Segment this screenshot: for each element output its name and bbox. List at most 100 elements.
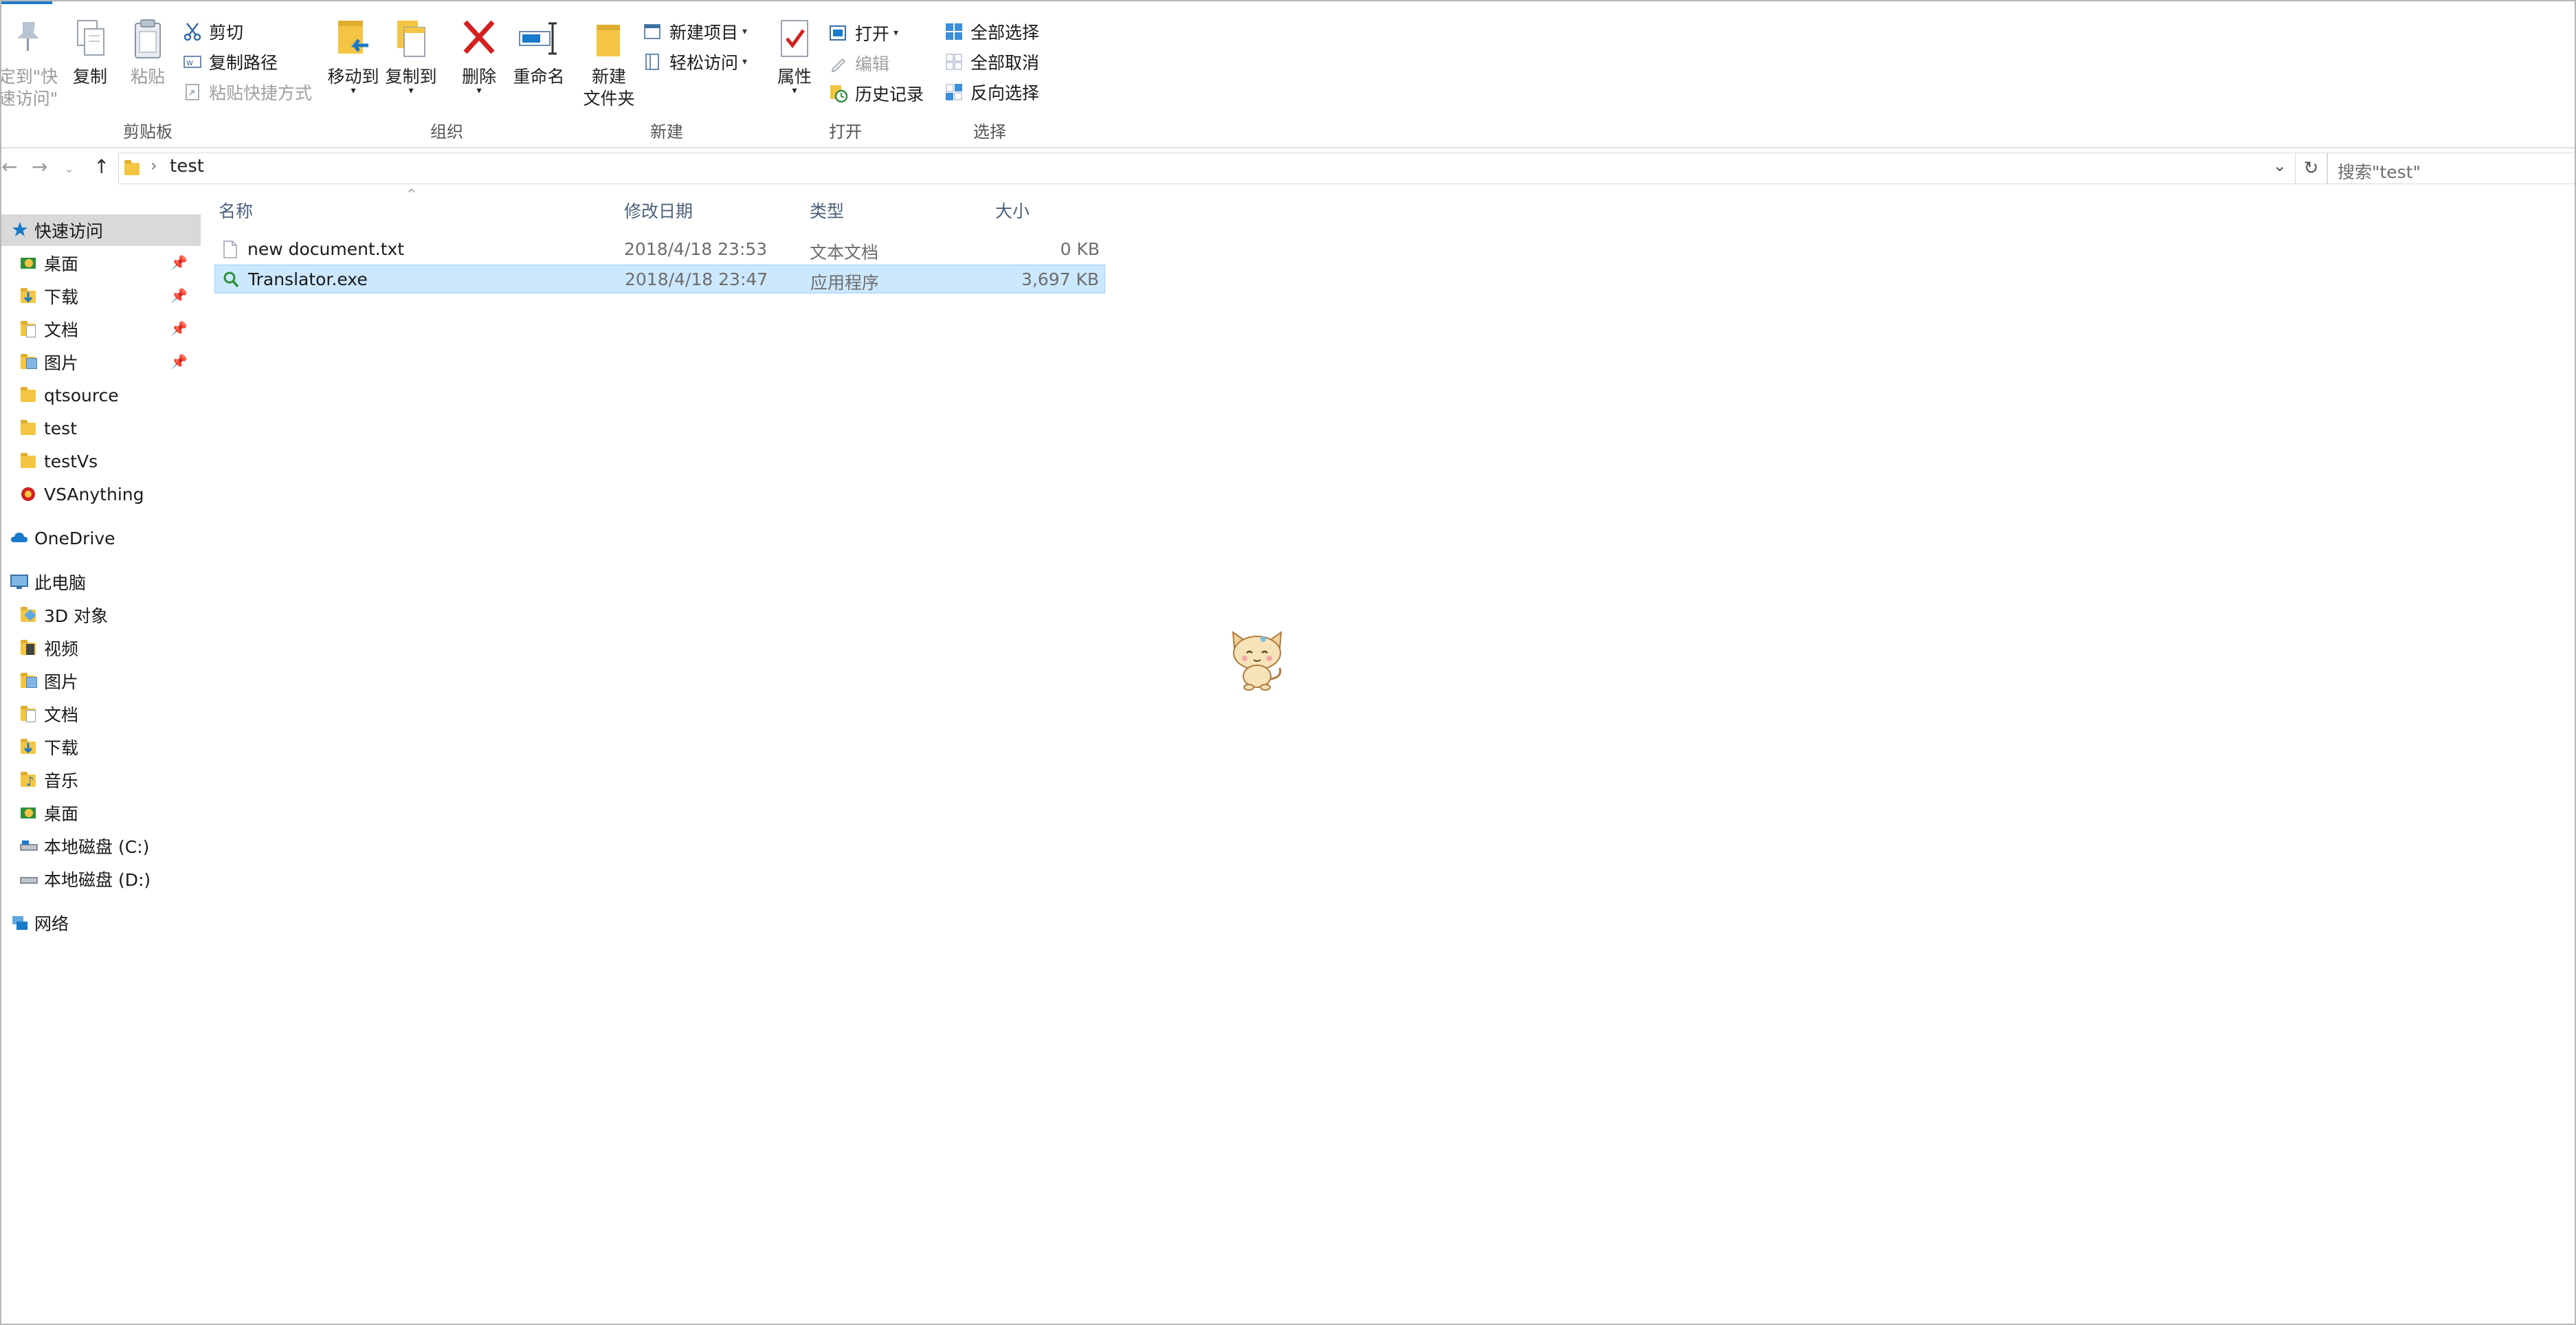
copy-path-button[interactable]: W 复制路径 [183, 48, 278, 76]
copy-path-label: 复制路径 [209, 53, 278, 73]
new-item-button[interactable]: 新建项目 ▾ [643, 18, 747, 45]
easy-access-button[interactable]: 轻松访问 ▾ [643, 48, 747, 76]
nav-pc-3d-objects[interactable]: 3D 对象 [0, 599, 209, 631]
column-header-size[interactable]: 大小 [995, 198, 1030, 223]
open-button[interactable]: 打开 ▾ [829, 19, 898, 47]
new-folder-button[interactable]: 新建 文件夹 [580, 4, 638, 114]
nav-pc-downloads[interactable]: 下载 [0, 731, 209, 763]
edit-button[interactable]: 编辑 [829, 49, 889, 77]
desktop-icon [19, 254, 38, 273]
new-folder-label: 新建 文件夹 [583, 67, 635, 109]
nav-qa-test[interactable]: test [0, 412, 209, 444]
nav-this-pc[interactable]: 此电脑 [0, 566, 199, 598]
move-to-button[interactable]: 移动到 ▾ [326, 4, 381, 107]
delete-x-icon [463, 20, 495, 54]
nav-pc-desktop-label: 桌面 [44, 804, 79, 824]
new-item-label: 新建项目 [669, 23, 739, 43]
window-border [0, 0, 2576, 1325]
nav-pc-pictures-label: 图片 [44, 672, 79, 692]
properties-dropdown-icon: ▾ [792, 85, 797, 96]
paste-button[interactable]: 粘贴 [124, 4, 172, 107]
vsanything-app-icon [19, 485, 38, 504]
history-button[interactable]: 历史记录 [829, 80, 924, 107]
nav-network[interactable]: 网络 [0, 907, 199, 939]
breadcrumb-test[interactable]: test [170, 156, 204, 177]
paste-shortcut-button[interactable]: 粘贴快捷方式 [183, 78, 312, 106]
nav-pc-drive-c[interactable]: 本地磁盘 (C:) [0, 830, 209, 862]
pinned-icon[interactable]: 📌 [170, 287, 188, 304]
cut-button[interactable]: 剪切 [183, 18, 243, 45]
select-none-button[interactable]: 全部取消 [944, 48, 1039, 76]
nav-pc-videos-label: 视频 [44, 639, 79, 659]
paste-shortcut-icon [183, 82, 202, 102]
nav-qa-desktop-label: 桌面 [44, 254, 79, 274]
select-none-label: 全部取消 [970, 53, 1040, 73]
nav-qa-vsanything[interactable]: VSAnything [0, 478, 209, 510]
nav-quick-access[interactable]: 快速访问 [0, 214, 201, 246]
delete-button[interactable]: 删除 ▾ [455, 4, 503, 107]
pinned-icon[interactable]: 📌 [170, 254, 188, 271]
star-icon [11, 221, 29, 240]
address-dropdown-chevron-icon[interactable]: ⌄ [2273, 156, 2287, 175]
copy-to-button[interactable]: 复制到 ▾ [384, 4, 438, 107]
copy-button[interactable]: 复制 [66, 4, 114, 107]
properties-button[interactable]: 属性 ▾ [767, 4, 822, 107]
column-header-name[interactable]: 名称 [219, 198, 253, 223]
pinned-icon[interactable]: 📌 [170, 320, 188, 337]
new-group-label: 新建 [650, 122, 683, 142]
computer-icon [10, 572, 29, 592]
new-item-icon [643, 22, 663, 41]
nav-pc-drive-d[interactable]: 本地磁盘 (D:) [0, 863, 209, 895]
svg-text:W: W [186, 60, 193, 67]
nav-qa-testvs[interactable]: testVs [0, 445, 209, 477]
nav-onedrive[interactable]: OneDrive [0, 522, 199, 554]
open-icon [829, 23, 848, 43]
easy-access-label: 轻松访问 [669, 53, 739, 73]
copy-to-icon [397, 21, 425, 57]
invert-selection-button[interactable]: 反向选择 [944, 78, 1039, 106]
open-group-label: 打开 [829, 122, 862, 142]
nav-qa-test-label: test [44, 418, 78, 438]
rename-button[interactable]: 重命名 [509, 4, 569, 107]
recent-locations-chevron-icon[interactable]: ⌄ [65, 162, 74, 175]
nav-pc-music-label: 音乐 [44, 771, 79, 791]
address-bar[interactable]: › test ⌄ [118, 153, 2296, 184]
file-size: 0 KB [1060, 239, 1100, 259]
back-arrow-icon[interactable]: ← [1, 155, 17, 178]
music-icon: ♪ [19, 770, 38, 790]
forward-arrow-icon[interactable]: → [32, 155, 47, 178]
move-to-dropdown-icon: ▾ [351, 85, 356, 96]
search-box[interactable]: 搜索"test" [2327, 153, 2576, 184]
nav-qa-qtsource[interactable]: qtsource [0, 379, 209, 411]
open-label: 打开 [855, 24, 890, 44]
nav-pc-music[interactable]: ♪ 音乐 [0, 764, 209, 796]
nav-pc-drive-c-label: 本地磁盘 (C:) [44, 837, 150, 857]
nav-qa-testvs-label: testVs [44, 451, 98, 471]
file-row-selected[interactable]: Translator.exe 2018/4/18 23:47 应用程序 3,69… [214, 265, 1105, 293]
file-modified: 2018/4/18 23:47 [625, 269, 768, 289]
folder-icon [19, 452, 38, 471]
easy-access-icon [643, 52, 663, 71]
pin-to-quick-access-button[interactable]: 定到"快 速访问" [0, 4, 66, 109]
nav-pc-videos[interactable]: 视频 [0, 632, 209, 664]
nav-pc-pictures[interactable]: 图片 [0, 665, 209, 697]
rename-icon [519, 22, 557, 55]
search-input[interactable]: 搜索"test" [2338, 159, 2421, 183]
pinned-icon[interactable]: 📌 [170, 353, 188, 370]
desktop-pet-cat-image[interactable] [1226, 628, 1288, 691]
easy-access-dropdown-icon: ▾ [742, 56, 748, 67]
nav-pc-documents[interactable]: 文档 [0, 698, 209, 730]
copy-label: 复制 [72, 67, 107, 87]
clipboard-group-label: 剪贴板 [123, 122, 173, 142]
navigation-pane: 快速访问 桌面 📌 下载 📌 文档 📌 图片 📌 qtsource test t… [0, 206, 201, 1324]
select-all-button[interactable]: 全部选择 [944, 18, 1039, 45]
file-row[interactable]: new document.txt 2018/4/18 23:53 文本文档 0 … [214, 235, 1105, 264]
up-arrow-icon[interactable]: ↑ [93, 155, 109, 178]
column-header-modified[interactable]: 修改日期 [624, 198, 693, 223]
refresh-icon[interactable]: ↻ [2296, 153, 2327, 184]
column-header-type[interactable]: 类型 [810, 198, 844, 223]
pin-icon [17, 22, 39, 51]
nav-pc-desktop[interactable]: 桌面 [0, 797, 209, 829]
paste-icon [135, 19, 161, 58]
history-label: 历史记录 [855, 85, 924, 104]
